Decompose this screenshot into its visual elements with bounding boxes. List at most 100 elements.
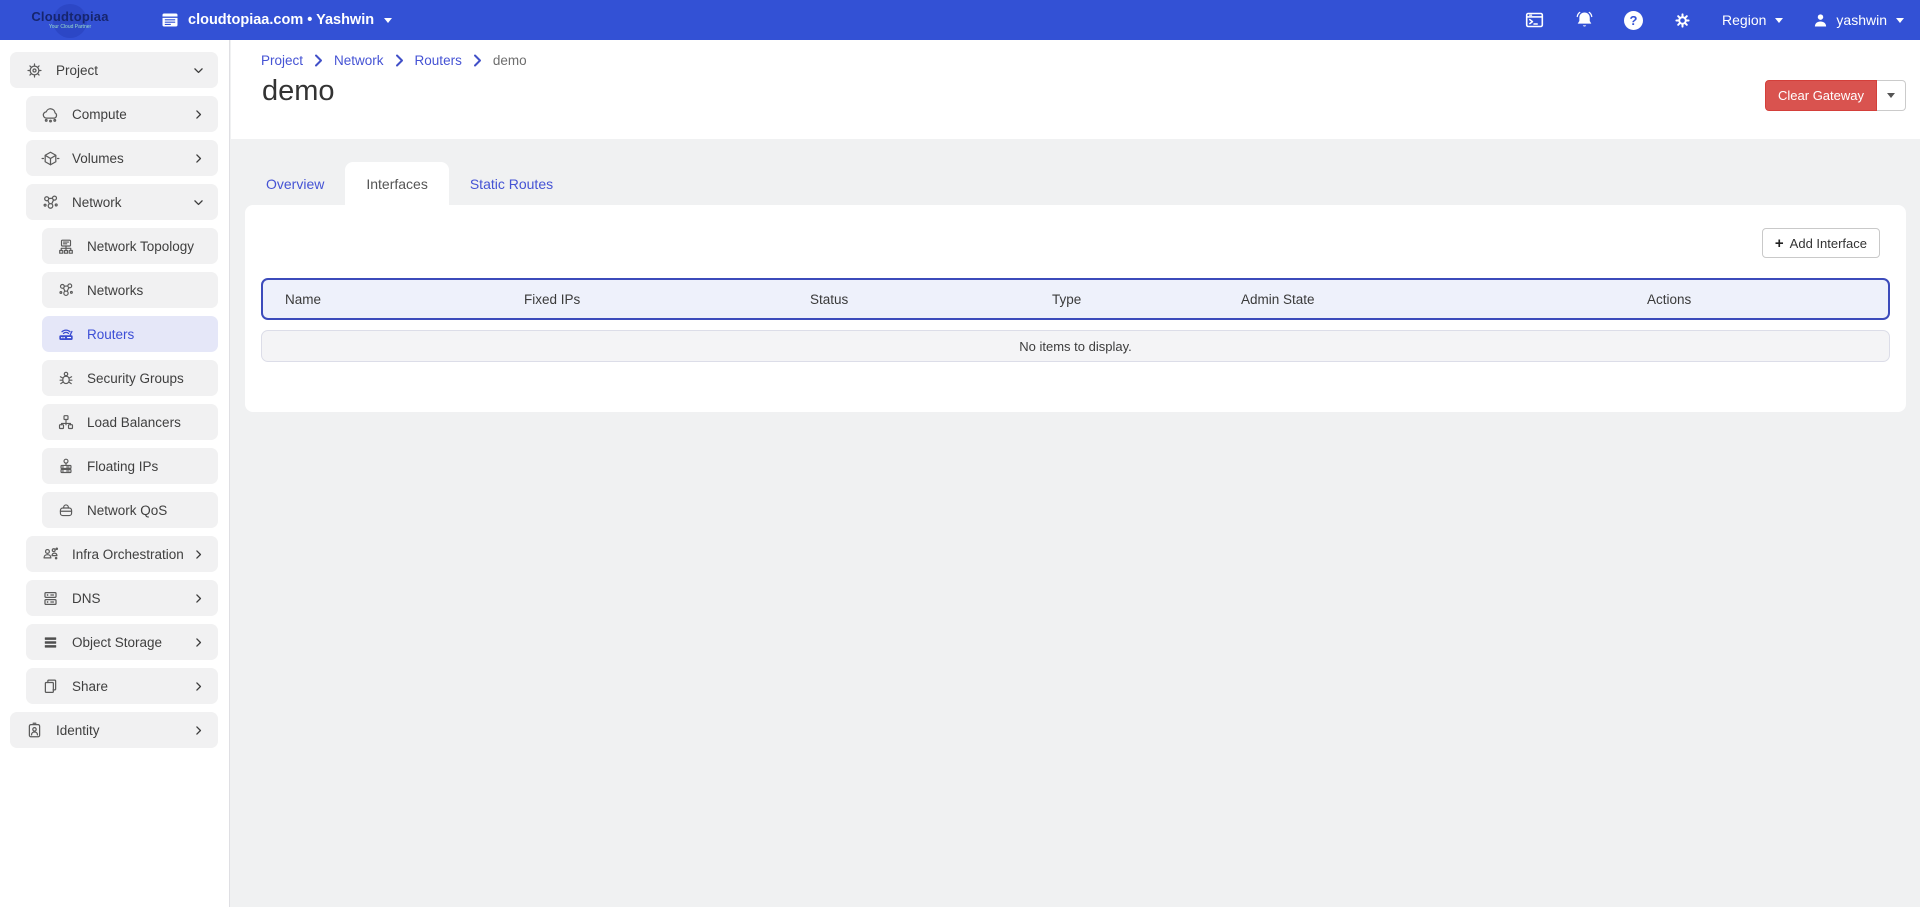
floating-ip-icon bbox=[57, 457, 75, 475]
cloud-icon bbox=[41, 105, 60, 124]
chevron-down-icon bbox=[192, 196, 205, 209]
empty-message: No items to display. bbox=[1019, 339, 1131, 354]
page-header: Project Network Routers demo demo Clear … bbox=[231, 40, 1920, 139]
chevron-right-icon bbox=[192, 548, 205, 561]
column-header-actions: Actions bbox=[1625, 292, 1888, 307]
terminal-icon bbox=[1524, 10, 1545, 30]
sidebar-item-security-groups[interactable]: Security Groups bbox=[42, 360, 218, 396]
router-actions-group: Clear Gateway bbox=[1765, 80, 1906, 111]
brand-logo-title: Cloudtopiaa bbox=[6, 10, 134, 23]
sidebar-item-routers[interactable]: Routers bbox=[42, 316, 218, 352]
load-balancer-icon bbox=[57, 413, 75, 431]
tab-static-routes[interactable]: Static Routes bbox=[449, 162, 574, 205]
chevron-right-icon bbox=[192, 680, 205, 693]
console-button[interactable] bbox=[1524, 10, 1545, 30]
identity-badge-icon bbox=[25, 721, 44, 740]
sidebar-item-label: Routers bbox=[87, 327, 134, 342]
column-header-name: Name bbox=[263, 292, 502, 307]
help-button[interactable]: ? bbox=[1624, 11, 1643, 30]
tab-interfaces[interactable]: Interfaces bbox=[345, 162, 448, 205]
more-actions-toggle[interactable] bbox=[1877, 80, 1906, 111]
table-actions: + Add Interface bbox=[261, 205, 1890, 258]
empty-table-row: No items to display. bbox=[261, 330, 1890, 362]
region-dropdown[interactable]: Region bbox=[1722, 12, 1783, 28]
chevron-right-icon bbox=[192, 592, 205, 605]
sidebar-item-volumes[interactable]: Volumes bbox=[26, 140, 218, 176]
sidebar-item-network[interactable]: Network bbox=[26, 184, 218, 220]
sidebar-item-networks[interactable]: Networks bbox=[42, 272, 218, 308]
chevron-down-icon bbox=[384, 18, 392, 23]
storage-bars-icon bbox=[41, 633, 60, 652]
project-switcher-label: cloudtopiaa.com • Yashwin bbox=[188, 12, 374, 28]
page-title: demo bbox=[262, 75, 335, 108]
breadcrumb-link-network[interactable]: Network bbox=[334, 53, 384, 68]
sidebar-item-label: Network QoS bbox=[87, 503, 167, 518]
dns-server-icon bbox=[41, 589, 60, 608]
sidebar-item-identity[interactable]: Identity bbox=[10, 712, 218, 748]
settings-button[interactable] bbox=[1672, 10, 1693, 31]
help-icon: ? bbox=[1624, 11, 1643, 30]
user-menu-dropdown[interactable]: yashwin bbox=[1812, 12, 1904, 29]
sidebar-item-floating-ips[interactable]: Floating IPs bbox=[42, 448, 218, 484]
breadcrumb: Project Network Routers demo bbox=[261, 53, 1906, 68]
notifications-button[interactable] bbox=[1574, 10, 1595, 31]
network-nodes-icon bbox=[41, 193, 60, 212]
sidebar-item-label: Volumes bbox=[72, 151, 124, 166]
add-interface-label: Add Interface bbox=[1790, 236, 1867, 251]
domain-table-icon bbox=[160, 10, 180, 30]
chevron-down-icon bbox=[192, 64, 205, 77]
sidebar-item-label: Infra Orchestration bbox=[72, 547, 184, 562]
add-interface-button[interactable]: + Add Interface bbox=[1762, 228, 1880, 258]
orchestration-users-icon bbox=[41, 545, 60, 564]
breadcrumb-link-routers[interactable]: Routers bbox=[415, 53, 462, 68]
sidebar-item-network-qos[interactable]: Network QoS bbox=[42, 492, 218, 528]
chevron-right-icon bbox=[473, 54, 482, 67]
bell-icon bbox=[1574, 10, 1595, 31]
sidebar-item-share[interactable]: Share bbox=[26, 668, 218, 704]
tab-overview[interactable]: Overview bbox=[245, 162, 345, 205]
sidebar-item-compute[interactable]: Compute bbox=[26, 96, 218, 132]
brand-logo-tagline: Your Cloud Partner bbox=[6, 25, 134, 30]
sidebar-item-label: Identity bbox=[56, 723, 100, 738]
sidebar-item-label: Object Storage bbox=[72, 635, 162, 650]
chevron-right-icon bbox=[192, 108, 205, 121]
user-icon bbox=[1812, 12, 1829, 29]
sidebar-item-infra-orchestration[interactable]: Infra Orchestration bbox=[26, 536, 218, 572]
sidebar-item-load-balancers[interactable]: Load Balancers bbox=[42, 404, 218, 440]
sidebar-item-project[interactable]: Project bbox=[10, 52, 218, 88]
sidebar-item-label: Network Topology bbox=[87, 239, 194, 254]
breadcrumb-link-project[interactable]: Project bbox=[261, 53, 303, 68]
interfaces-table-header: Name Fixed IPs Status Type Admin State A… bbox=[261, 278, 1890, 320]
sidebar-item-dns[interactable]: DNS bbox=[26, 580, 218, 616]
chevron-down-icon bbox=[1775, 18, 1783, 23]
sidebar-item-label: Load Balancers bbox=[87, 415, 181, 430]
column-header-type: Type bbox=[1030, 292, 1219, 307]
sidebar-item-network-topology[interactable]: Network Topology bbox=[42, 228, 218, 264]
chevron-right-icon bbox=[395, 54, 404, 67]
chevron-down-icon bbox=[1896, 18, 1904, 23]
clear-gateway-button[interactable]: Clear Gateway bbox=[1765, 80, 1877, 111]
sidebar-item-label: Network bbox=[72, 195, 122, 210]
username-label: yashwin bbox=[1836, 12, 1887, 28]
column-header-fixed-ips: Fixed IPs bbox=[502, 292, 788, 307]
qos-bag-icon bbox=[57, 501, 75, 519]
topology-icon bbox=[57, 237, 75, 255]
brand-logo[interactable]: Cloudtopiaa Your Cloud Partner bbox=[6, 10, 134, 30]
plus-icon: + bbox=[1775, 235, 1784, 252]
column-header-admin-state: Admin State bbox=[1219, 292, 1625, 307]
project-switcher-dropdown[interactable]: cloudtopiaa.com • Yashwin bbox=[160, 10, 392, 30]
chevron-right-icon bbox=[314, 54, 323, 67]
sidebar-item-label: Networks bbox=[87, 283, 143, 298]
navbar-right-controls: ? Region yashwin bbox=[1524, 10, 1920, 31]
sidebar-item-label: Compute bbox=[72, 107, 127, 122]
region-label: Region bbox=[1722, 12, 1766, 28]
breadcrumb-current: demo bbox=[493, 53, 527, 68]
main-content: Project Network Routers demo demo Clear … bbox=[231, 40, 1920, 907]
top-navbar: Cloudtopiaa Your Cloud Partner cloudtopi… bbox=[0, 0, 1920, 40]
network-nodes-icon bbox=[57, 281, 75, 299]
sidebar-item-object-storage[interactable]: Object Storage bbox=[26, 624, 218, 660]
sidebar-item-label: DNS bbox=[72, 591, 101, 606]
title-row: demo Clear Gateway bbox=[261, 75, 1906, 111]
column-header-status: Status bbox=[788, 292, 1030, 307]
security-bug-icon bbox=[57, 369, 75, 387]
